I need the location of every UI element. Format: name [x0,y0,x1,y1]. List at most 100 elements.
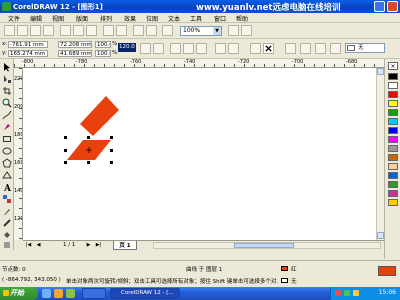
y-position-field[interactable]: 165.274 mm [8,50,48,57]
selection-handle[interactable] [110,161,113,164]
freehand-tool-icon[interactable] [2,110,12,120]
drawing-canvas[interactable] [23,68,384,240]
close-curve-icon[interactable] [250,43,261,54]
to-front-icon[interactable] [183,43,194,54]
zoom-tool-icon[interactable] [2,98,12,108]
current-fill-swatch[interactable] [378,266,396,276]
no-color-swatch[interactable]: × [388,62,398,70]
menu-text[interactable]: 文本 [168,14,180,23]
palette-swatch[interactable] [388,181,398,188]
palette-swatch[interactable] [388,118,398,125]
vertical-scrollbar[interactable] [376,68,384,240]
mirror-vertical-icon[interactable] [153,43,164,54]
first-page-icon[interactable]: |◀ [25,242,32,249]
minimize-button[interactable] [374,1,385,12]
menu-arrange[interactable]: 排列 [100,14,112,23]
convert-to-curve-icon[interactable] [285,43,296,54]
zoom-select[interactable]: 100% ▼ [180,26,222,36]
scroll-down-button[interactable] [377,232,384,239]
menu-window[interactable]: 窗口 [214,14,226,23]
scale-x-field[interactable]: 100.0 [95,41,111,48]
menu-effects[interactable]: 效果 [124,14,136,23]
tray-antivirus-icon[interactable] [335,290,341,296]
mirror-horizontal-icon[interactable] [140,43,151,54]
palette-swatch[interactable] [388,109,398,116]
start-button[interactable]: 开始 [0,287,38,300]
new-document-icon[interactable] [4,25,15,36]
eyedropper-icon[interactable] [2,206,12,216]
quicklaunch-ie-icon[interactable] [42,289,51,298]
selection-handle[interactable] [110,149,113,152]
break-apart-icon[interactable] [300,43,311,54]
copy-icon[interactable] [73,25,84,36]
basic-shapes-icon[interactable] [2,170,12,180]
to-back-icon[interactable] [196,43,207,54]
open-icon[interactable] [17,25,28,36]
tray-network-icon[interactable] [344,290,350,296]
page-tab[interactable]: 页 1 [113,241,137,250]
save-icon[interactable] [30,25,41,36]
outline-width-select[interactable]: 无 [345,43,385,53]
palette-swatch[interactable] [388,163,398,170]
palette-swatch[interactable] [388,91,398,98]
scroll-thumb[interactable] [234,243,294,248]
selection-handle[interactable] [64,161,67,164]
palette-swatch[interactable] [388,154,398,161]
menu-help[interactable]: 帮助 [236,14,248,23]
close-button[interactable] [387,1,398,12]
selection-handle[interactable] [110,136,113,139]
menu-file[interactable]: 文件 [8,14,20,23]
palette-swatch[interactable] [388,73,398,80]
upper-parallelogram-shape[interactable] [80,96,119,136]
prev-page-icon[interactable]: ◀ [35,242,42,249]
text-tool-icon[interactable]: A [2,182,12,192]
menu-view[interactable]: 视图 [52,14,64,23]
line-start-icon[interactable] [215,43,226,54]
vertical-ruler[interactable]: 220 200 180 160 140 120 [14,68,23,240]
menu-tools[interactable]: 工具 [190,14,202,23]
crop-tool-icon[interactable] [2,86,12,96]
taskbar-item-coreldraw[interactable]: CorelDRAW 12 - [... [110,288,180,299]
horizontal-ruler[interactable]: -800 -780 -760 -740 -720 -700 -680 [14,59,384,68]
palette-swatch[interactable] [388,127,398,134]
horizontal-scrollbar[interactable] [153,242,381,249]
palette-swatch[interactable] [388,145,398,152]
paste-icon[interactable] [86,25,97,36]
selection-handle[interactable] [64,149,67,152]
smart-fill-icon[interactable] [2,122,12,132]
taskbar-item[interactable] [82,288,106,299]
quicklaunch-folder-icon[interactable] [54,289,63,298]
menu-bitmaps[interactable]: 位图 [146,14,158,23]
next-page-icon[interactable]: ▶ [85,242,92,249]
snap-icon[interactable] [228,25,239,36]
interactive-fill-icon[interactable] [2,240,12,250]
shape-tool-icon[interactable] [2,74,12,84]
width-field[interactable]: 72.208 mm [58,41,92,48]
last-page-icon[interactable]: ▶| [95,242,102,249]
options-icon[interactable] [241,25,252,36]
selection-handle[interactable] [87,136,90,139]
redo-icon[interactable] [116,25,127,36]
wrap-text-icon[interactable] [170,43,181,54]
import-icon[interactable] [133,25,144,36]
palette-swatch[interactable] [388,136,398,143]
rectangle-tool-icon[interactable] [2,134,12,144]
ellipse-tool-icon[interactable] [2,146,12,156]
palette-swatch[interactable] [388,82,398,89]
app-launcher-icon[interactable] [162,25,173,36]
x-delete-icon[interactable] [263,43,274,54]
x-position-field[interactable]: -761.91 mm [8,41,48,48]
fill-tool-icon[interactable] [2,230,12,240]
rotation-angle-field[interactable]: 120.0 [118,43,136,52]
palette-swatch[interactable] [388,172,398,179]
palette-swatch[interactable] [388,100,398,107]
line-style-icon[interactable] [228,43,239,54]
quicklaunch-media-icon[interactable] [66,289,75,298]
menu-edit[interactable]: 编辑 [30,14,42,23]
tray-volume-icon[interactable] [353,290,359,296]
cut-icon[interactable] [60,25,71,36]
undo-icon[interactable] [103,25,114,36]
interactive-blend-icon[interactable] [2,194,12,204]
polygon-tool-icon[interactable] [2,158,12,168]
palette-swatch[interactable] [388,190,398,197]
